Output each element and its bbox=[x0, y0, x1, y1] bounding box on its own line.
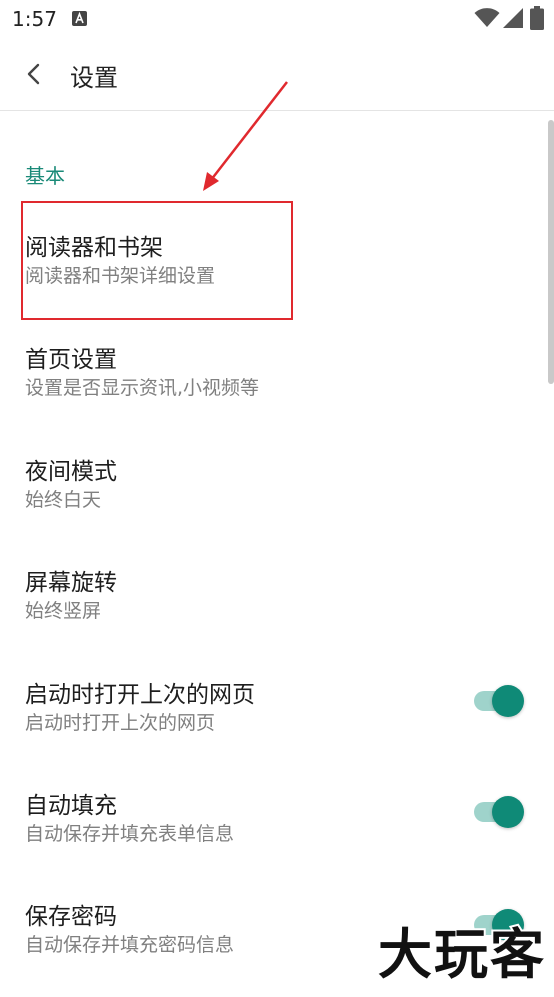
battery-icon bbox=[530, 6, 544, 30]
setting-summary: 设置是否显示资讯,小视频等 bbox=[25, 377, 260, 399]
setting-summary: 始终竖屏 bbox=[25, 600, 102, 622]
setting-item-restore-last-page[interactable]: 启动时打开上次的网页 启动时打开上次的网页 bbox=[0, 675, 548, 775]
setting-item-night-mode[interactable]: 夜间模式 始终白天 bbox=[0, 452, 548, 552]
setting-item-autofill[interactable]: 自动填充 自动保存并填充表单信息 bbox=[0, 786, 548, 886]
signal-icon bbox=[503, 8, 523, 28]
setting-title: 启动时打开上次的网页 bbox=[25, 682, 255, 708]
setting-title: 首页设置 bbox=[25, 347, 117, 373]
section-header-basic: 基本 bbox=[25, 164, 65, 188]
setting-item-screen-rotation[interactable]: 屏幕旋转 始终竖屏 bbox=[0, 563, 548, 663]
toggle-thumb bbox=[492, 685, 524, 717]
wifi-icon bbox=[474, 8, 500, 27]
chevron-left-icon[interactable] bbox=[18, 56, 52, 92]
setting-title: 屏幕旋转 bbox=[25, 570, 117, 596]
setting-title: 自动填充 bbox=[25, 793, 117, 819]
notification-a-icon bbox=[72, 11, 87, 26]
setting-summary: 自动保存并填充表单信息 bbox=[25, 823, 235, 845]
setting-title: 保存密码 bbox=[25, 904, 117, 930]
setting-summary: 自动保存并填充密码信息 bbox=[25, 934, 235, 956]
setting-summary: 始终白天 bbox=[25, 489, 102, 511]
setting-summary: 阅读器和书架详细设置 bbox=[25, 265, 216, 287]
scrollbar[interactable] bbox=[548, 120, 554, 384]
status-time: 1:57 bbox=[12, 7, 57, 31]
restore-last-page-toggle[interactable] bbox=[474, 683, 526, 719]
setting-item-homepage[interactable]: 首页设置 设置是否显示资讯,小视频等 bbox=[0, 340, 548, 440]
status-bar: 1:57 bbox=[0, 0, 554, 38]
setting-title: 阅读器和书架 bbox=[25, 235, 163, 261]
setting-summary: 启动时打开上次的网页 bbox=[25, 712, 216, 734]
watermark: 大玩客 bbox=[376, 921, 546, 988]
setting-title: 夜间模式 bbox=[25, 459, 117, 485]
setting-item-reader-bookshelf[interactable]: 阅读器和书架 阅读器和书架详细设置 bbox=[0, 228, 548, 328]
autofill-toggle[interactable] bbox=[474, 794, 526, 830]
app-bar: 设置 bbox=[0, 38, 554, 111]
toggle-thumb bbox=[492, 796, 524, 828]
page-title: 设置 bbox=[70, 64, 118, 92]
